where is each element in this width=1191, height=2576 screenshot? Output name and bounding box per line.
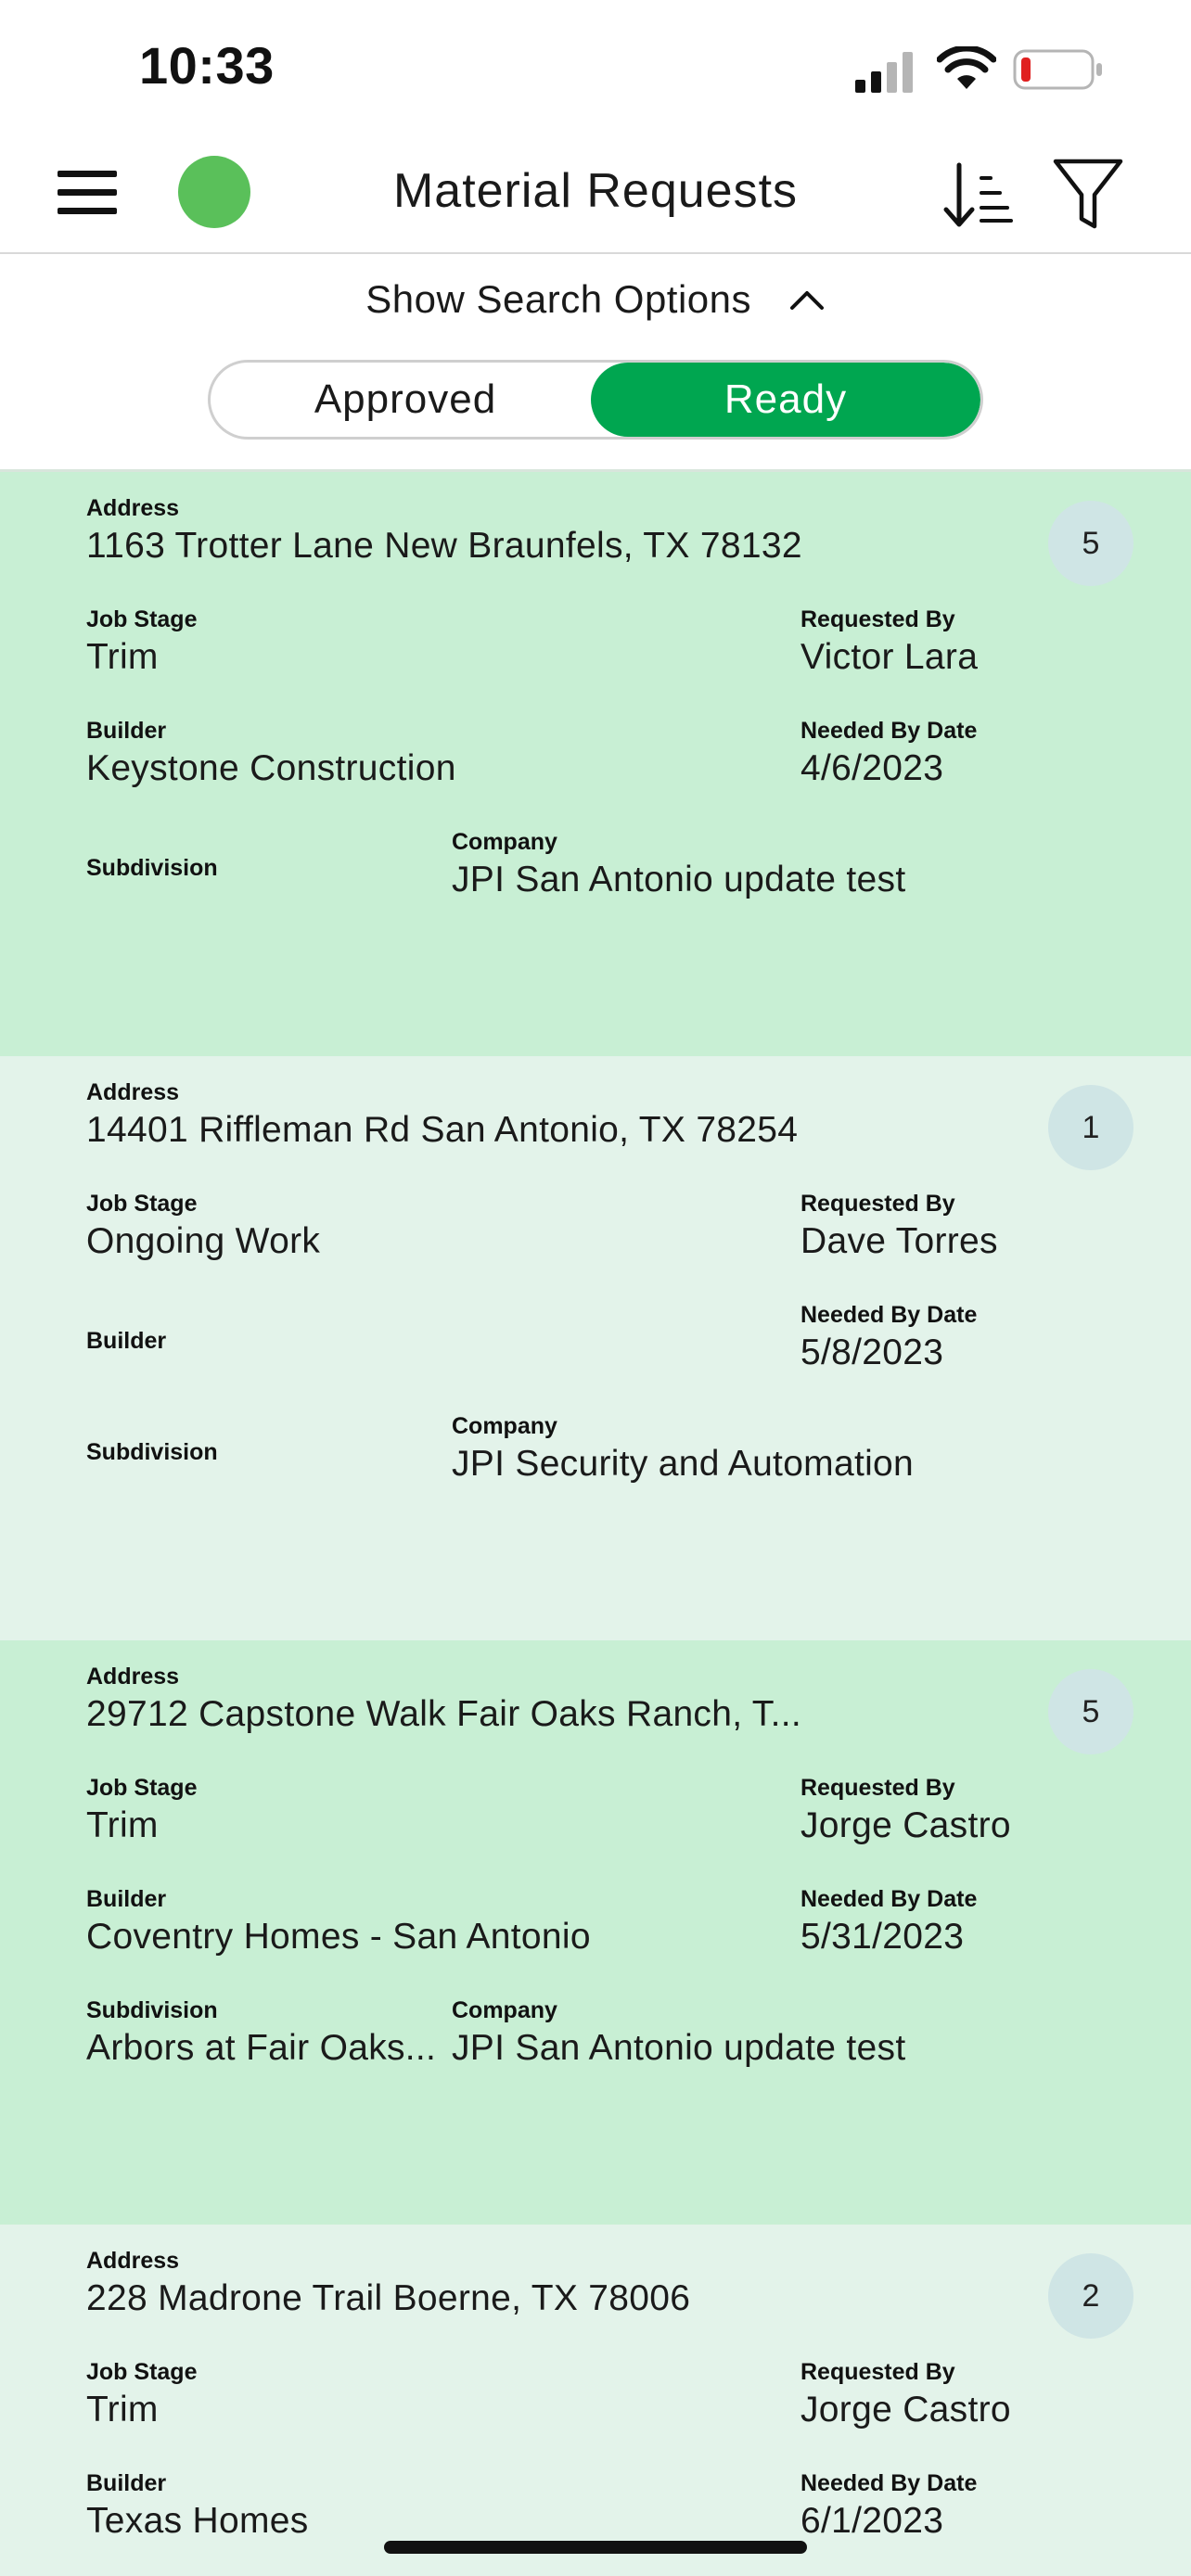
requested-by-value: Dave Torres	[800, 1221, 998, 1261]
cellular-signal-icon	[855, 52, 913, 93]
segment-approved[interactable]: Approved	[211, 363, 600, 437]
status-segmented-control: Approved Ready	[208, 360, 983, 440]
address-value: 1163 Trotter Lane New Braunfels, TX 7813…	[86, 526, 802, 566]
item-count-badge: 1	[1048, 1085, 1133, 1170]
material-request-card[interactable]: Address 29712 Capstone Walk Fair Oaks Ra…	[0, 1640, 1191, 2225]
builder-label: Builder	[86, 1886, 167, 1912]
requested-by-label: Requested By	[800, 2359, 955, 2385]
wifi-icon	[937, 46, 996, 89]
requested-by-label: Requested By	[800, 1191, 955, 1217]
address-label: Address	[86, 1079, 180, 1105]
needed-by-value: 4/6/2023	[800, 748, 944, 788]
builder-label: Builder	[86, 1328, 167, 1354]
needed-by-label: Needed By Date	[800, 1302, 978, 1328]
subdivision-value: Arbors at Fair Oaks...	[86, 2028, 437, 2068]
company-label: Company	[452, 1413, 557, 1439]
job-stage-value: Ongoing Work	[86, 1221, 321, 1261]
app-header: Material Requests	[0, 139, 1191, 254]
builder-label: Builder	[86, 718, 167, 744]
company-label: Company	[452, 829, 557, 855]
status-time: 10:33	[139, 36, 275, 95]
chevron-up-icon	[789, 290, 824, 310]
company-value: JPI San Antonio update test	[452, 2028, 906, 2068]
requested-by-value: Jorge Castro	[800, 2390, 1011, 2429]
status-bar: 10:33	[0, 0, 1191, 139]
material-request-card[interactable]: Address 228 Madrone Trail Boerne, TX 780…	[0, 2225, 1191, 2576]
address-value: 14401 Riffleman Rd San Antonio, TX 78254	[86, 1110, 799, 1150]
material-request-card[interactable]: Address 14401 Riffleman Rd San Antonio, …	[0, 1056, 1191, 1640]
requested-by-value: Jorge Castro	[800, 1805, 1011, 1845]
address-value: 228 Madrone Trail Boerne, TX 78006	[86, 2278, 691, 2318]
job-stage-value: Trim	[86, 1805, 159, 1845]
requested-by-label: Requested By	[800, 606, 955, 632]
home-indicator[interactable]	[384, 2541, 807, 2554]
address-label: Address	[86, 495, 180, 521]
job-stage-label: Job Stage	[86, 1191, 198, 1217]
builder-label: Builder	[86, 2470, 167, 2496]
company-value: JPI San Antonio update test	[452, 860, 906, 899]
subdivision-label: Subdivision	[86, 1439, 218, 1465]
material-request-card[interactable]: Address 1163 Trotter Lane New Braunfels,…	[0, 472, 1191, 1056]
job-stage-value: Trim	[86, 637, 159, 677]
needed-by-label: Needed By Date	[800, 718, 978, 744]
builder-value: Keystone Construction	[86, 748, 456, 788]
segment-ready[interactable]: Ready	[591, 363, 980, 437]
item-count-badge: 5	[1048, 1669, 1133, 1754]
show-search-options-toggle[interactable]: Show Search Options	[0, 274, 1191, 339]
company-label: Company	[452, 1997, 557, 2023]
needed-by-label: Needed By Date	[800, 1886, 978, 1912]
subdivision-label: Subdivision	[86, 1997, 218, 2023]
needed-by-value: 5/8/2023	[800, 1333, 944, 1372]
builder-value: Texas Homes	[86, 2501, 309, 2541]
job-stage-value: Trim	[86, 2390, 159, 2429]
item-count-badge: 2	[1048, 2253, 1133, 2339]
sort-icon[interactable]	[941, 159, 1015, 230]
needed-by-label: Needed By Date	[800, 2470, 978, 2496]
builder-value: Coventry Homes - San Antonio	[86, 1917, 591, 1957]
requested-by-label: Requested By	[800, 1775, 955, 1801]
address-label: Address	[86, 2248, 180, 2274]
address-value: 29712 Capstone Walk Fair Oaks Ranch, T..…	[86, 1694, 801, 1734]
job-stage-label: Job Stage	[86, 1775, 198, 1801]
filter-icon[interactable]	[1052, 158, 1124, 232]
needed-by-value: 6/1/2023	[800, 2501, 944, 2541]
job-stage-label: Job Stage	[86, 2359, 198, 2385]
job-stage-label: Job Stage	[86, 606, 198, 632]
item-count-badge: 5	[1048, 501, 1133, 586]
needed-by-value: 5/31/2023	[800, 1917, 965, 1957]
company-value: JPI Security and Automation	[452, 1444, 915, 1484]
address-label: Address	[86, 1664, 180, 1690]
subdivision-label: Subdivision	[86, 855, 218, 881]
search-options-label: Show Search Options	[365, 276, 752, 321]
requested-by-value: Victor Lara	[800, 637, 979, 677]
battery-low-icon	[1013, 49, 1102, 90]
